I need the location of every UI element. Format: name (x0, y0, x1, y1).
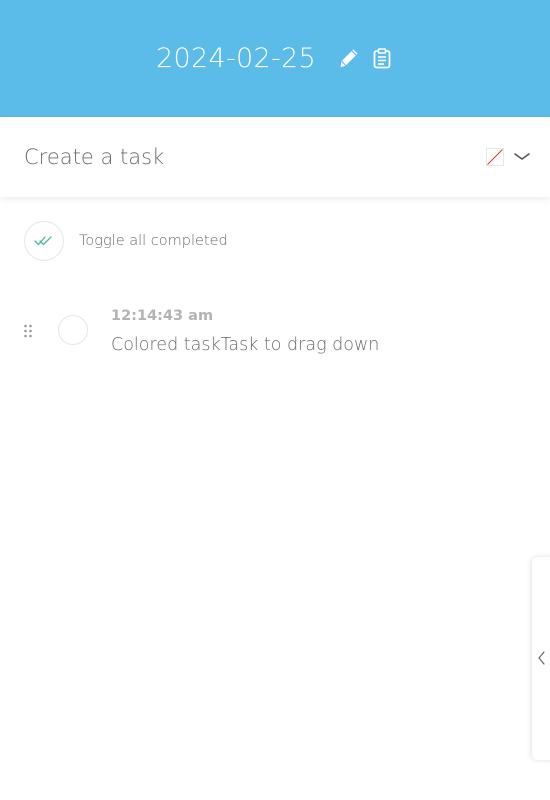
drag-handle-icon[interactable] (23, 323, 33, 338)
clipboard-button[interactable] (370, 47, 394, 71)
header-content: 2024-02-25 (156, 43, 394, 74)
task-item: 12:14:43 am Colored taskTask to drag dow… (0, 300, 550, 370)
color-dropdown-button[interactable] (513, 147, 531, 165)
date-title: 2024-02-25 (156, 43, 316, 74)
toggle-all-label: Toggle all completed (79, 233, 228, 249)
chevron-down-icon (514, 153, 530, 160)
create-task-input[interactable] (24, 139, 464, 175)
chevron-left-icon (538, 651, 545, 665)
no-color-icon (487, 149, 503, 165)
double-check-icon (34, 236, 52, 246)
task-complete-checkbox[interactable] (58, 315, 88, 345)
header-bar: 2024-02-25 (0, 0, 550, 117)
side-drawer-tab[interactable] (532, 557, 550, 760)
task-color-swatch[interactable] (486, 148, 504, 166)
clipboard-icon (373, 48, 391, 69)
task-text[interactable]: Colored taskTask to drag down (111, 335, 379, 355)
toggle-all-checkbox[interactable] (24, 221, 64, 261)
pencil-icon (340, 48, 358, 67)
toggle-all-completed[interactable]: Toggle all completed (24, 221, 228, 261)
create-task-bar (0, 117, 550, 197)
task-timestamp: 12:14:43 am (111, 308, 214, 324)
edit-date-button[interactable] (336, 47, 360, 71)
